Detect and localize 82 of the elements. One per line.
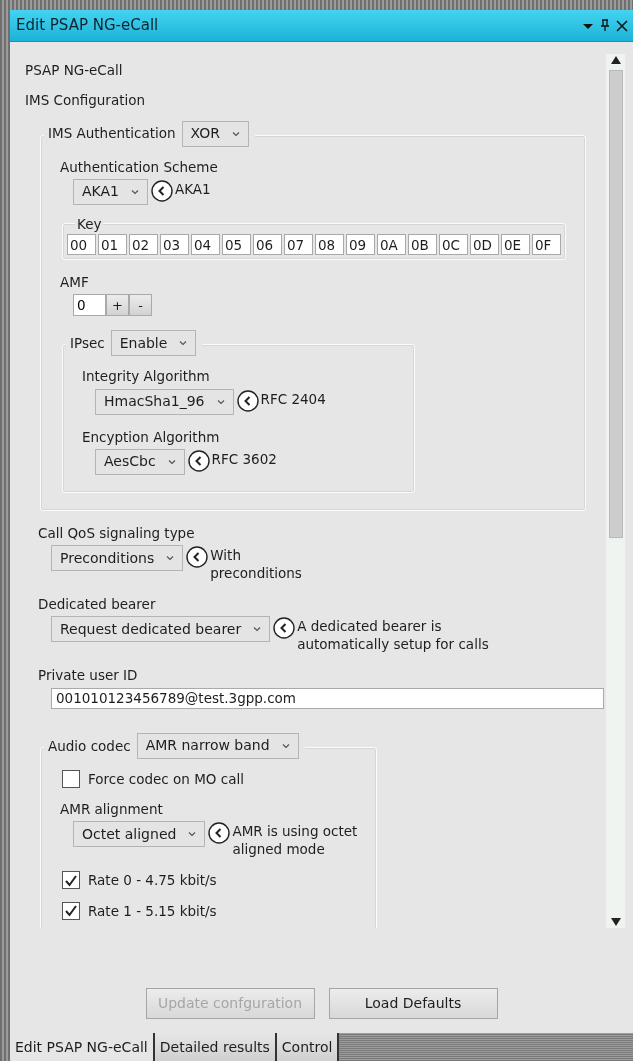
hint-text: AKA1: [175, 179, 211, 199]
field-label: Authentication Scheme: [60, 157, 219, 177]
chevron-down-icon: [166, 555, 175, 561]
hint-text: With preconditions: [210, 546, 302, 583]
field-label: Private user ID: [38, 666, 139, 686]
byte-field[interactable]: 02: [129, 234, 158, 255]
chevron-down-icon: [167, 458, 176, 465]
byte-field[interactable]: 00: [67, 234, 96, 255]
dropdown[interactable]: Preconditions: [51, 545, 184, 571]
scroll-down-icon[interactable]: [609, 916, 622, 928]
chevron-down-icon: [253, 626, 262, 633]
hint-text: A dedicated bearer is automatically setup for calls: [297, 617, 489, 654]
check-icon: [64, 873, 78, 887]
field-label: Call QoS signaling type: [38, 523, 196, 543]
checkbox[interactable]: [62, 871, 80, 890]
byte-field[interactable]: 08: [315, 234, 344, 255]
left-chevron-icon[interactable]: [208, 822, 231, 845]
left-chevron-icon[interactable]: [186, 546, 209, 568]
left-chevron-icon[interactable]: [187, 449, 210, 472]
dropdown[interactable]: HmacSha1_96: [95, 388, 234, 415]
text-field[interactable]: 001010123456789@test.3gpp.com: [51, 687, 604, 709]
check-icon: [64, 904, 78, 918]
section-heading: PSAP NG-eCall: [25, 61, 124, 80]
dropdown[interactable]: Octet aligned: [73, 821, 206, 848]
pin-icon[interactable]: [599, 19, 611, 32]
tab[interactable]: Control: [276, 1033, 340, 1061]
chevron-down-icon: [188, 831, 197, 838]
field-label: Dedicated bearer: [38, 595, 157, 615]
byte-field[interactable]: 04: [191, 234, 220, 255]
decrement-button[interactable]: -: [129, 294, 152, 317]
group-label: IMS Authentication: [48, 124, 176, 144]
byte-field[interactable]: 01: [98, 234, 127, 255]
window-title: Edit PSAP NG-eCall: [16, 15, 160, 37]
dropdown[interactable]: AesCbc: [95, 448, 185, 475]
tab[interactable]: Edit PSAP NG-eCall: [10, 1033, 155, 1061]
dropdown[interactable]: Request dedicated bearer: [51, 616, 271, 643]
byte-field[interactable]: 09: [346, 234, 375, 255]
group-label: IPsec: [70, 334, 105, 354]
chevron-down-icon: [179, 340, 188, 347]
byte-field[interactable]: 0D: [470, 234, 499, 255]
hint-text: AMR is using octet aligned mode: [232, 822, 358, 859]
field-label: AMF: [60, 273, 90, 292]
hint-text: RFC 3602: [211, 449, 277, 469]
increment-button[interactable]: +: [106, 294, 129, 317]
checkbox-label: Force codec on MO call: [88, 769, 244, 789]
byte-field[interactable]: 0B: [408, 234, 437, 255]
checkbox-label: Rate 0 - 4.75 kbit/s: [88, 871, 217, 891]
checkbox-label: Rate 1 - 5.15 kbit/s: [88, 901, 217, 921]
left-chevron-icon[interactable]: [151, 179, 173, 202]
byte-field[interactable]: 0C: [439, 234, 468, 255]
number-field[interactable]: 0: [73, 294, 106, 317]
dropdown[interactable]: AMR narrow band: [136, 732, 299, 759]
dropdown[interactable]: XOR: [181, 120, 250, 147]
checkbox[interactable]: [62, 901, 80, 920]
scroll-thumb[interactable]: [608, 70, 623, 538]
byte-field[interactable]: 06: [253, 234, 282, 255]
checkbox[interactable]: [62, 769, 80, 788]
field-label: Encyption Algorithm: [82, 427, 221, 447]
left-chevron-icon[interactable]: [273, 617, 296, 640]
scroll-up-icon[interactable]: [609, 54, 622, 66]
chevron-down-icon: [232, 130, 241, 137]
group-label: Audio codec: [48, 736, 131, 756]
chevron-down-icon: [216, 398, 225, 405]
field-label: AMR alignment: [60, 799, 164, 819]
tab[interactable]: Detailed results: [154, 1033, 277, 1061]
close-icon[interactable]: [616, 19, 628, 32]
defaults-button[interactable]: Load Defaults: [328, 988, 498, 1019]
chevron-down-icon: [281, 742, 290, 749]
byte-field[interactable]: 0F: [532, 234, 561, 255]
byte-field[interactable]: 05: [222, 234, 251, 255]
hint-text: RFC 2404: [260, 389, 326, 409]
byte-field[interactable]: 0E: [501, 234, 530, 255]
dropdown[interactable]: Enable: [110, 330, 197, 357]
field-label: Integrity Algorithm: [82, 367, 211, 387]
left-chevron-icon[interactable]: [236, 389, 259, 412]
chevron-down-icon: [131, 188, 139, 195]
section-heading: IMS Configuration: [25, 91, 147, 111]
byte-field[interactable]: 03: [160, 234, 189, 255]
byte-field[interactable]: 0A: [377, 234, 406, 255]
scrollbar[interactable]: [606, 54, 625, 928]
dropdown[interactable]: AKA1: [73, 178, 148, 205]
byte-field[interactable]: 07: [284, 234, 313, 255]
